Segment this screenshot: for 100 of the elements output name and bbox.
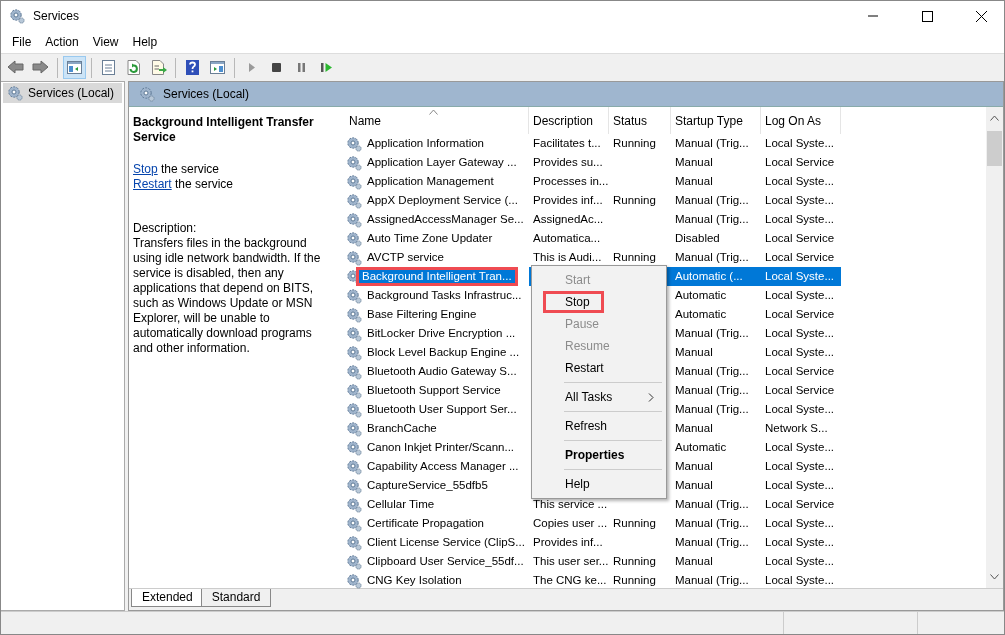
menu-item[interactable]: View — [85, 35, 126, 49]
gear-icon — [7, 85, 23, 101]
service-name: CaptureService_55dfb5 — [366, 478, 489, 493]
forward-arrow-icon[interactable] — [31, 58, 50, 77]
service-name: Cellular Time — [366, 497, 436, 512]
table-cell-text: Running — [612, 136, 657, 151]
table-cell-text: Manual (Trig... — [674, 364, 750, 379]
menu-item[interactable]: Refresh — [534, 415, 664, 437]
menu-item[interactable]: Restart — [534, 357, 664, 379]
menu-item-label: Pause — [565, 317, 600, 331]
table-cell-text: Local Syste... — [764, 573, 836, 588]
table-cell-text: Local Syste... — [764, 345, 836, 360]
menu-item[interactable]: Action — [38, 35, 86, 49]
menu-item[interactable]: Stop — [543, 291, 604, 313]
action-text: the service — [174, 177, 234, 191]
column-header[interactable]: Status — [609, 107, 671, 134]
menu-item[interactable]: All Tasks — [534, 386, 664, 408]
menu-item-label: Start — [565, 273, 591, 287]
gear-icon — [346, 344, 362, 361]
service-name: AVCTP service — [366, 250, 445, 265]
scroll-thumb[interactable] — [987, 131, 1002, 166]
table-cell-text: This user ser... — [532, 554, 609, 569]
service-name: AssignedAccessManager Se... — [366, 212, 525, 227]
column-header[interactable]: Description — [529, 107, 609, 134]
table-cell-text: Manual (Trig... — [674, 383, 750, 398]
tree-item-label: Services (Local) — [28, 86, 115, 100]
menu-item[interactable]: Help — [534, 473, 664, 495]
refresh-icon[interactable] — [124, 58, 143, 77]
menu-item-label: Refresh — [565, 419, 608, 433]
action-text: the service — [160, 162, 220, 176]
table-cell-text: Automatic — [674, 288, 728, 303]
column-header-label: Startup Type — [675, 113, 743, 128]
table-cell-text: Local Syste... — [764, 516, 836, 531]
gear-icon — [346, 306, 362, 323]
table-cell-text: This is Audi... — [532, 250, 603, 265]
menu-item-label: Stop — [565, 295, 590, 309]
service-name: Certificate Propagation — [366, 516, 485, 531]
table-cell-text: Provides su... — [532, 155, 604, 170]
export-list-icon[interactable] — [149, 58, 168, 77]
gear-icon — [346, 382, 362, 399]
table-cell-text: Automatica... — [532, 231, 602, 246]
properties-icon[interactable] — [99, 58, 118, 77]
scrollbar[interactable] — [986, 107, 1003, 588]
table-cell-text: Local Service — [764, 497, 836, 512]
table-cell-text: The CNG ke... — [532, 573, 608, 588]
table-cell-text: Local Service — [764, 250, 836, 265]
table-cell-text: Manual (Trig... — [674, 535, 750, 550]
service-name: BranchCache — [366, 421, 438, 436]
gear-icon — [346, 534, 362, 551]
table-cell-text: Manual — [674, 345, 714, 360]
gear-icon — [346, 553, 362, 570]
column-header-label: Description — [533, 113, 594, 128]
gear-icon — [346, 325, 362, 342]
table-cell-text: Manual — [674, 155, 714, 170]
table-cell-text: Local Service — [764, 364, 836, 379]
table-cell-text: Running — [612, 250, 657, 265]
column-header[interactable]: Log On As — [761, 107, 841, 134]
table-cell-text: Copies user ... — [532, 516, 609, 531]
service-name: Application Information — [366, 136, 485, 151]
menu-item[interactable]: Help — [125, 35, 165, 49]
table-cell-text: Local Service — [764, 155, 836, 170]
column-header[interactable]: Startup Type — [671, 107, 761, 134]
column-header[interactable]: Name — [345, 107, 529, 134]
help-icon[interactable] — [183, 58, 202, 77]
menu-item[interactable]: File — [5, 35, 39, 49]
menu-item-label: Resume — [565, 339, 610, 353]
gear-icon — [346, 477, 362, 494]
action-pane-icon[interactable] — [208, 58, 227, 77]
action-link[interactable]: Stop — [133, 162, 158, 176]
table-cell-text: Manual — [674, 459, 714, 474]
gear-icon — [346, 363, 362, 380]
window-title: Services — [33, 9, 79, 23]
console-tree-icon[interactable] — [65, 58, 84, 77]
table-cell-text: Manual (Trig... — [674, 136, 750, 151]
menu-item[interactable]: Properties — [534, 444, 664, 466]
table-cell-text: Manual (Trig... — [674, 250, 750, 265]
gear-icon — [346, 439, 362, 456]
menu-item-label: Restart — [565, 361, 604, 375]
service-name: Client License Service (ClipS... — [366, 535, 526, 550]
table-cell-text: Manual (Trig... — [674, 497, 750, 512]
table-cell-text: Local Syste... — [764, 440, 836, 455]
table-cell-text: Manual (Trig... — [674, 326, 750, 341]
tree-item[interactable]: Services (Local) — [3, 83, 122, 103]
table-cell-text: Local Syste... — [764, 174, 836, 189]
service-name: Auto Time Zone Updater — [366, 231, 494, 246]
service-name: Base Filtering Engine — [366, 307, 478, 322]
scroll-down-icon — [990, 574, 999, 580]
action-link[interactable]: Restart — [133, 177, 172, 191]
scroll-up-icon — [990, 115, 999, 121]
service-name: Background Tasks Infrastruc... — [366, 288, 523, 303]
table-cell-text: Manual — [674, 478, 714, 493]
gear-icon — [346, 211, 362, 228]
table-cell-text: Provides inf... — [532, 193, 604, 208]
gear-icon — [346, 173, 362, 190]
back-arrow-icon[interactable] — [6, 58, 25, 77]
view-tab[interactable]: Extended — [131, 589, 204, 607]
table-cell-text: Local Service — [764, 383, 836, 398]
gear-icon — [346, 287, 362, 304]
table-cell-text: Local Syste... — [764, 554, 836, 569]
view-tab[interactable]: Standard — [200, 589, 272, 607]
